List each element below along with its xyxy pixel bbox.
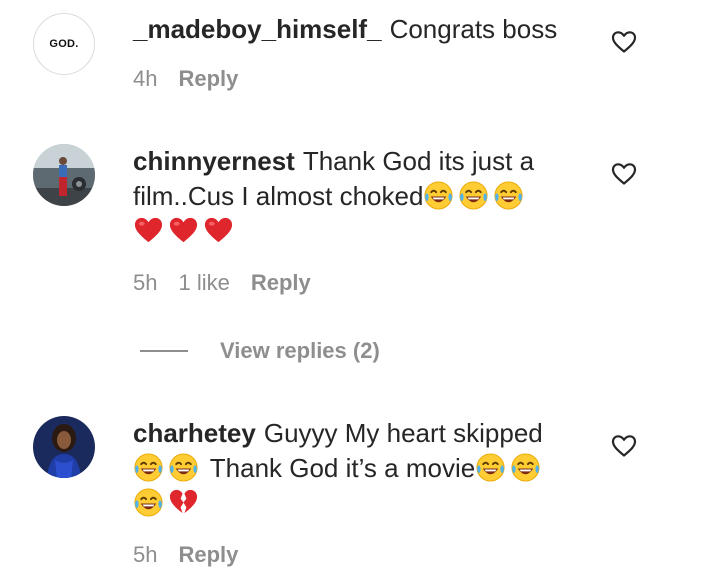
comment-body: chinnyernest Thank God its just a film..C… — [133, 144, 573, 249]
reply-button[interactable]: Reply — [178, 66, 238, 92]
comment-username[interactable]: _madeboy_himself_ — [133, 14, 382, 44]
comment-text: Congrats boss — [389, 14, 558, 44]
red-heart-emoji — [133, 215, 164, 246]
heart-outline-icon[interactable] — [611, 161, 637, 187]
comment-text: Thank God it’s a movie — [209, 453, 476, 483]
heart-outline-icon[interactable] — [611, 433, 637, 459]
avatar-photo — [33, 144, 95, 206]
reply-button[interactable]: Reply — [251, 270, 311, 296]
laughing-tears-emoji — [510, 452, 541, 483]
avatar[interactable]: GOD. — [33, 13, 95, 75]
comment-meta: 5h 1 like Reply — [133, 270, 311, 296]
laughing-tears-emoji — [493, 180, 524, 211]
avatar[interactable] — [33, 144, 95, 206]
comment-meta: 4h Reply — [133, 66, 238, 92]
comment-time: 5h — [133, 270, 158, 295]
laughing-tears-emoji — [133, 487, 164, 518]
laughing-tears-emoji — [475, 452, 506, 483]
red-heart-emoji — [203, 215, 234, 246]
heart-outline-icon[interactable] — [611, 29, 637, 55]
laughing-tears-emoji — [423, 180, 454, 211]
red-heart-emoji — [168, 215, 199, 246]
comment-body: _madeboy_himself_ Congrats boss — [133, 12, 573, 47]
view-replies-label: View replies (2) — [220, 338, 380, 363]
comment-body: charhetey Guyyy My heart skipped Thank Go… — [133, 416, 573, 521]
avatar-photo — [33, 416, 95, 478]
laughing-tears-emoji — [458, 180, 489, 211]
broken-heart-emoji — [168, 487, 199, 518]
comment-time: 5h — [133, 542, 158, 567]
comment-username[interactable]: chinnyernest — [133, 146, 295, 176]
comment-likes[interactable]: 1 like — [178, 270, 229, 296]
view-replies-button[interactable]: View replies (2) — [140, 338, 380, 364]
avatar[interactable] — [33, 416, 95, 478]
comment-time: 4h — [133, 66, 158, 91]
comment-meta: 5h Reply — [133, 542, 238, 568]
laughing-tears-emoji — [168, 452, 199, 483]
reply-button[interactable]: Reply — [178, 542, 238, 568]
comment-username[interactable]: charhetey — [133, 418, 256, 448]
avatar-text: GOD. — [49, 38, 79, 50]
comment-text: Guyyy My heart skipped — [263, 418, 543, 448]
laughing-tears-emoji — [133, 452, 164, 483]
divider-line — [140, 350, 188, 352]
